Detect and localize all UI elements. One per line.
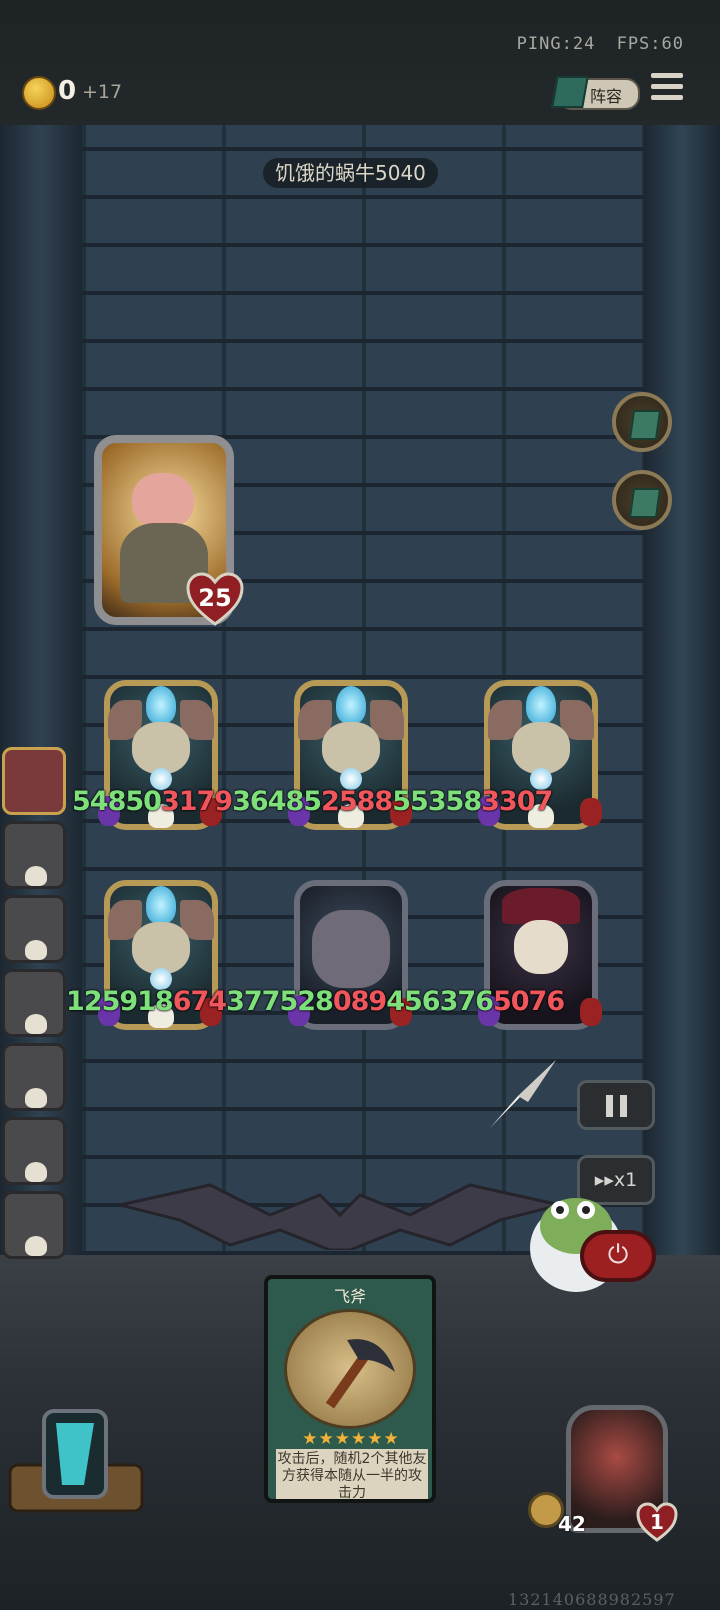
pause-bar	[606, 1095, 613, 1117]
skull-icon	[25, 1236, 47, 1256]
stat-numbers-row-2: 1259186743775280894563765076	[66, 986, 565, 1017]
spell-card[interactable]: 飞斧 ★★★★★★ 攻击后，随机2个其他友方获得本随从一半的攻击力	[264, 1275, 436, 1503]
pause-button[interactable]	[577, 1080, 655, 1130]
clown-face	[514, 920, 568, 974]
bat-ornament	[120, 1183, 560, 1250]
coin-icon	[22, 76, 56, 110]
stat-number: 5076	[492, 986, 565, 1017]
card-stars: ★★★★★★	[302, 1429, 400, 1449]
skull-face	[132, 922, 190, 974]
stat-numbers-row-1: 548503179364852588553583307	[72, 786, 553, 817]
stat-number: 377528	[226, 986, 334, 1017]
fps-label: FPS:60	[616, 34, 684, 54]
flame-icon	[336, 686, 366, 724]
health-gem	[580, 998, 602, 1026]
stat-number: 36485	[232, 786, 322, 817]
stat-number: 2588	[321, 786, 393, 817]
roster-slot-7[interactable]	[2, 1191, 66, 1259]
power-button[interactable]: ⏻	[580, 1230, 656, 1282]
roster-slot-6[interactable]	[2, 1117, 66, 1185]
axe-art	[325, 1339, 395, 1409]
boss-health-value: 25	[198, 584, 232, 612]
card-title: 飞斧	[333, 1287, 366, 1306]
stat-number: 456376	[386, 986, 494, 1017]
book-icon	[628, 410, 662, 440]
card-description: 攻击后，随机2个其他友方获得本随从一半的攻击力	[276, 1449, 428, 1499]
coin-bonus: +17	[82, 81, 123, 103]
lineup-button[interactable]: 阵容	[551, 76, 640, 110]
roster-slot-5[interactable]	[2, 1043, 66, 1111]
flame-icon	[146, 886, 176, 924]
rat-face	[312, 910, 390, 988]
hero-health-value: 1	[650, 1510, 664, 1534]
roster-slot-1[interactable]	[2, 747, 66, 815]
stat-number: 674	[172, 986, 227, 1017]
pause-bar	[620, 1095, 627, 1117]
pig-portrait	[132, 473, 194, 529]
right-pillar	[644, 125, 720, 1265]
skull-face	[512, 722, 570, 774]
skull-icon	[25, 940, 47, 960]
spell-rune-2[interactable]	[612, 470, 672, 530]
roster-slot-4[interactable]	[2, 969, 66, 1037]
boss-name: 饥饿的蜗牛5040	[263, 158, 438, 188]
menu-icon[interactable]	[651, 73, 685, 107]
skull-icon	[25, 1014, 47, 1034]
flame-icon	[526, 686, 556, 724]
health-gem	[580, 798, 602, 826]
skull-icon	[25, 1088, 47, 1108]
opponent-roster	[0, 745, 72, 1265]
skull-face	[132, 722, 190, 774]
stat-number: 55358	[392, 786, 482, 817]
lineup-label: 阵容	[590, 87, 623, 106]
clown-hat	[502, 888, 580, 924]
stat-number: 125918	[66, 986, 174, 1017]
stat-number: 3307	[481, 786, 553, 817]
axe-icon	[284, 1309, 416, 1429]
roster-slot-2[interactable]	[2, 821, 66, 889]
stat-number: 089	[332, 986, 387, 1017]
boss-health-badge: 25	[186, 572, 244, 626]
ping-label: PING:24	[516, 34, 596, 54]
deck-chest[interactable]	[4, 1405, 148, 1515]
stat-number: 54850	[72, 786, 162, 817]
book-icon	[628, 488, 662, 518]
roster-slot-3[interactable]	[2, 895, 66, 963]
hero-attack-value: 42	[558, 1512, 586, 1536]
stat-number: 3179	[160, 786, 233, 817]
coin-count: 0	[58, 76, 77, 106]
skull-icon	[25, 866, 47, 886]
skull-face	[322, 722, 380, 774]
flame-icon	[146, 686, 176, 724]
network-stats: PING:24 FPS:60	[517, 34, 684, 54]
skull-icon	[25, 1162, 47, 1182]
paper-plane-icon	[490, 1060, 556, 1128]
spell-rune-1[interactable]	[612, 392, 672, 452]
book-icon	[551, 76, 589, 108]
hero-health-badge: 1	[636, 1502, 678, 1542]
user-id: 132140688982597	[508, 1590, 676, 1609]
